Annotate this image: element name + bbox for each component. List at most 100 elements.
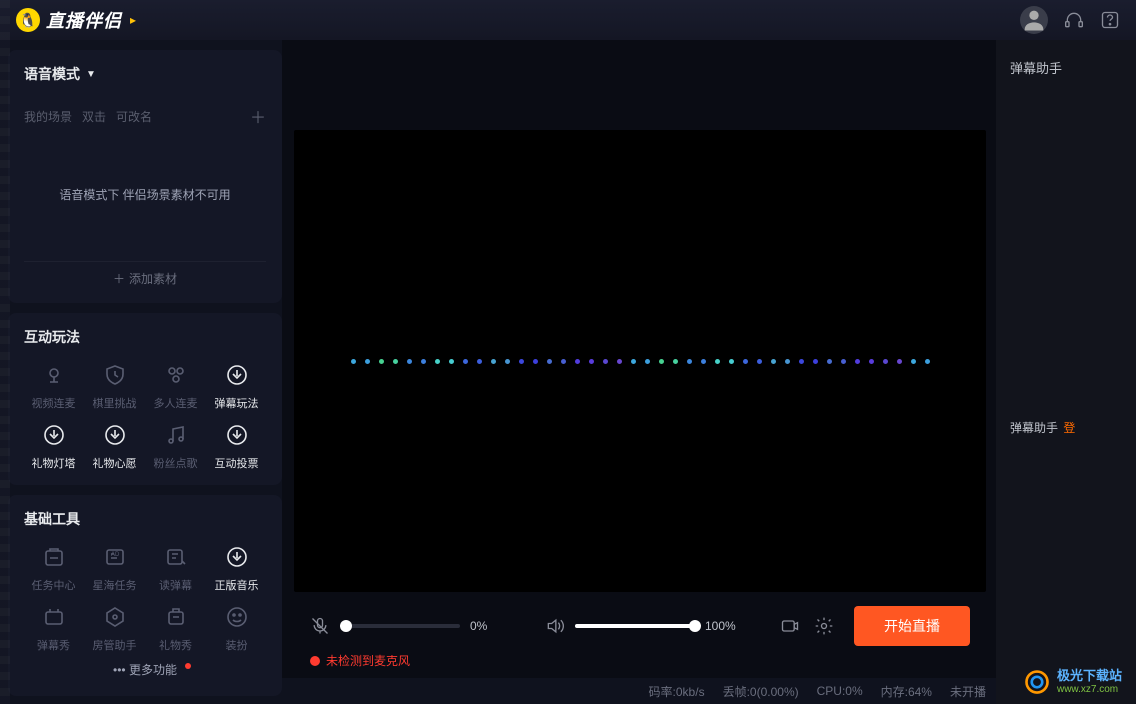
tool-item-5[interactable]: 礼物心愿 (85, 421, 144, 471)
more-functions-button[interactable]: ••• 更多功能 (24, 653, 266, 682)
add-scene-button[interactable]: ＋ (250, 104, 266, 128)
status-bar: 码率:0kb/s 丢帧:0(0.00%) CPU:0% 内存:64% 未开播 (282, 678, 996, 704)
speaker-slider[interactable] (575, 624, 695, 628)
tool-label: 弹幕玩法 (215, 395, 259, 411)
avatar[interactable] (1020, 6, 1048, 34)
tool-label: 正版音乐 (215, 577, 259, 593)
tool-icon (162, 421, 190, 449)
edge-strip (0, 0, 10, 704)
right-pane: 弹幕助手 弹幕助手 登 (996, 40, 1136, 704)
tool-item-0[interactable]: 任务中心 (24, 543, 83, 593)
preview-canvas (294, 130, 986, 592)
mic-slider[interactable] (340, 624, 460, 628)
mode-panel: 语音模式 ▼ 我的场景 双击 可改名 ＋ 语音模式下 伴侣场景素材不可用 ＋添加… (8, 50, 282, 303)
tool-item-1[interactable]: AD 星海任务 (85, 543, 144, 593)
speaker-percent: 100% (705, 619, 741, 633)
watermark: 极光下载站 www.xz7.com (1023, 668, 1122, 696)
speaker-icon[interactable] (545, 616, 565, 636)
tool-item-5[interactable]: 房管助手 (85, 603, 144, 653)
mic-control: 0% (310, 616, 525, 636)
tool-icon (101, 603, 129, 631)
logo-text: 直播伴侣 (46, 7, 122, 33)
mic-percent: 0% (470, 619, 506, 633)
tool-label: 互动投票 (215, 455, 259, 471)
notification-dot (185, 663, 191, 669)
bottom-controls: 0% 100% 开始直播 (294, 592, 986, 652)
mic-warning-text: 未检测到麦克风 (326, 652, 410, 669)
basic-title: 基础工具 (24, 509, 266, 529)
scene-row: 我的场景 双击 可改名 ＋ (24, 104, 266, 128)
mic-warning: 未检测到麦克风 (294, 652, 986, 677)
start-broadcast-button[interactable]: 开始直播 (854, 606, 970, 646)
status-bitrate: 码率:0kb/s (649, 683, 705, 700)
tool-item-2[interactable]: 多人连麦 (146, 361, 205, 411)
tool-icon (223, 421, 251, 449)
tool-label: 任务中心 (32, 577, 76, 593)
basic-panel: 基础工具 任务中心 AD 星海任务读弹幕正版音乐弹幕秀房管助手礼物秀 装扮 ••• 更… (8, 495, 282, 696)
tool-icon (101, 361, 129, 389)
watermark-logo-icon (1023, 668, 1051, 696)
tool-item-7[interactable]: 装扮 (207, 603, 266, 653)
tool-item-3[interactable]: 正版音乐 (207, 543, 266, 593)
scene-unavailable-hint: 语音模式下 伴侣场景素材不可用 (24, 186, 266, 203)
header: 直播伴侣 ▸ (0, 0, 1136, 40)
chevron-down-icon: ▼ (86, 69, 96, 80)
tool-item-6[interactable]: 礼物秀 (146, 603, 205, 653)
scene-label: 我的场景 (24, 108, 72, 125)
tool-label: 棋里挑战 (93, 395, 137, 411)
watermark-cn: 极光下载站 (1057, 669, 1122, 683)
status-cpu: CPU:0% (817, 684, 863, 698)
tool-icon: AD (101, 543, 129, 571)
tool-item-7[interactable]: 互动投票 (207, 421, 266, 471)
mic-muted-icon[interactable] (310, 616, 330, 636)
camera-icon[interactable] (780, 616, 800, 636)
logo-icon (16, 8, 40, 32)
status-memory: 内存:64% (881, 683, 932, 700)
tool-label: 礼物灯塔 (32, 455, 76, 471)
status-dropframe: 丢帧:0(0.00%) (723, 683, 799, 700)
tool-icon (40, 421, 68, 449)
interactive-grid: 视频连麦 棋里挑战多人连麦弹幕玩法礼物灯塔 礼物心愿 粉丝点歌 互动投票 (24, 361, 266, 471)
tool-icon (40, 361, 68, 389)
sidebar: 语音模式 ▼ 我的场景 双击 可改名 ＋ 语音模式下 伴侣场景素材不可用 ＋添加… (0, 40, 282, 704)
speaker-control: 100% (545, 616, 760, 636)
interactive-title: 互动玩法 (24, 327, 266, 347)
add-material-button[interactable]: ＋添加素材 (24, 261, 266, 289)
tool-item-0[interactable]: 视频连麦 (24, 361, 83, 411)
tool-icon (101, 421, 129, 449)
tool-item-2[interactable]: 读弹幕 (146, 543, 205, 593)
tool-icon (162, 603, 190, 631)
headset-icon[interactable] (1064, 10, 1084, 30)
tool-icon (162, 543, 190, 571)
status-broadcast: 未开播 (950, 683, 986, 700)
logo: 直播伴侣 ▸ (16, 7, 136, 33)
watermark-url: www.xz7.com (1057, 684, 1122, 695)
scene-hint1: 双击 (82, 108, 106, 125)
scene-hint2: 可改名 (116, 108, 152, 125)
tool-icon (223, 603, 251, 631)
tool-label: 弹幕秀 (37, 637, 70, 653)
warning-dot-icon (310, 656, 320, 666)
tool-item-3[interactable]: 弹幕玩法 (207, 361, 266, 411)
header-actions (1020, 6, 1120, 34)
tool-item-4[interactable]: 礼物灯塔 (24, 421, 83, 471)
mode-dropdown[interactable]: 语音模式 ▼ (24, 64, 266, 84)
tool-label: 粉丝点歌 (154, 455, 198, 471)
tool-icon (223, 543, 251, 571)
right-title: 弹幕助手 (1010, 58, 1122, 77)
login-link[interactable]: 登 (1063, 421, 1075, 435)
tool-label: 礼物秀 (159, 637, 192, 653)
logo-accent: ▸ (130, 13, 136, 27)
svg-text:AD: AD (111, 552, 120, 558)
help-icon[interactable] (1100, 10, 1120, 30)
tool-label: 星海任务 (93, 577, 137, 593)
tool-label: 视频连麦 (32, 395, 76, 411)
basic-grid: 任务中心 AD 星海任务读弹幕正版音乐弹幕秀房管助手礼物秀 装扮 (24, 543, 266, 653)
tool-label: 礼物心愿 (93, 455, 137, 471)
tool-item-4[interactable]: 弹幕秀 (24, 603, 83, 653)
settings-icon[interactable] (814, 616, 834, 636)
tool-item-1[interactable]: 棋里挑战 (85, 361, 144, 411)
interactive-panel: 互动玩法 视频连麦 棋里挑战多人连麦弹幕玩法礼物灯塔 礼物心愿 粉丝点歌 互动投票 (8, 313, 282, 485)
tool-label: 装扮 (226, 637, 248, 653)
tool-item-6[interactable]: 粉丝点歌 (146, 421, 205, 471)
